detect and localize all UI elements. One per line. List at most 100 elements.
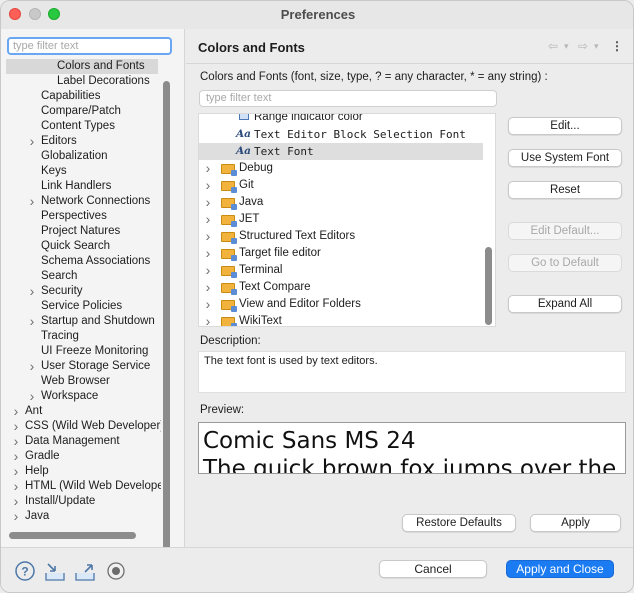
export-icon[interactable] bbox=[74, 560, 96, 582]
sidebar-item[interactable]: Service Policies bbox=[1, 299, 161, 314]
forward-menu-chevron-icon[interactable]: ▾ bbox=[594, 41, 599, 52]
sidebar-item[interactable]: › Editors bbox=[1, 134, 161, 149]
chevron-right-icon[interactable]: › bbox=[11, 509, 21, 524]
folder-icon bbox=[221, 283, 237, 295]
sidebar-item[interactable]: Content Types bbox=[1, 119, 161, 134]
apply-and-close-button[interactable]: Apply and Close bbox=[506, 560, 614, 578]
sidebar-item[interactable]: Colors and Fonts bbox=[6, 59, 158, 74]
sidebar-horizontal-scrollbar[interactable] bbox=[9, 532, 136, 539]
sidebar-vertical-scrollbar[interactable] bbox=[163, 81, 170, 551]
chevron-right-icon[interactable]: › bbox=[27, 359, 37, 374]
sidebar-item[interactable]: › Ant bbox=[1, 404, 161, 419]
font-tree-item[interactable]: › JET bbox=[199, 211, 483, 228]
chevron-right-icon[interactable]: › bbox=[27, 134, 37, 149]
sidebar-item[interactable]: Label Decorations bbox=[1, 74, 161, 89]
sidebar-item[interactable]: › Workspace bbox=[1, 389, 161, 404]
sidebar-item[interactable]: Quick Search bbox=[1, 239, 161, 254]
chevron-right-icon[interactable]: › bbox=[11, 464, 21, 479]
sidebar-item[interactable]: › CSS (Wild Web Developer) bbox=[1, 419, 161, 434]
sidebar-item[interactable]: Link Handlers bbox=[1, 179, 161, 194]
sidebar-item-label: Schema Associations bbox=[41, 255, 151, 267]
font-tree-item[interactable]: › Terminal bbox=[199, 262, 483, 279]
more-options-icon[interactable]: ⋮ bbox=[611, 39, 623, 53]
sidebar-item[interactable]: Project Natures bbox=[1, 224, 161, 239]
chevron-right-icon[interactable]: › bbox=[11, 434, 21, 449]
chevron-right-icon[interactable]: › bbox=[203, 228, 213, 245]
back-arrow-icon[interactable]: ⇦ bbox=[548, 39, 558, 53]
chevron-right-icon[interactable]: › bbox=[11, 404, 21, 419]
sidebar-item[interactable]: › Gradle bbox=[1, 449, 161, 464]
colors-filter-input[interactable]: type filter text bbox=[199, 90, 497, 107]
chevron-right-icon[interactable]: › bbox=[203, 245, 213, 262]
chevron-right-icon[interactable]: › bbox=[203, 262, 213, 279]
sidebar-item[interactable]: › HTML (Wild Web Developer) bbox=[1, 479, 161, 494]
edit-button[interactable]: Edit... bbox=[508, 117, 622, 135]
chevron-right-icon[interactable]: › bbox=[203, 177, 213, 194]
sidebar-item[interactable]: Schema Associations bbox=[1, 254, 161, 269]
chevron-right-icon[interactable]: › bbox=[11, 479, 21, 494]
chevron-right-icon[interactable]: › bbox=[11, 494, 21, 509]
reset-button[interactable]: Reset bbox=[508, 181, 622, 199]
font-tree-item[interactable]: › Java bbox=[199, 194, 483, 211]
record-icon[interactable] bbox=[105, 560, 127, 582]
sidebar-item-label: UI Freeze Monitoring bbox=[41, 345, 149, 357]
chevron-right-icon[interactable]: › bbox=[11, 419, 21, 434]
chevron-right-icon[interactable]: › bbox=[203, 296, 213, 313]
font-tree-item[interactable]: › Text Compare bbox=[199, 279, 483, 296]
font-tree-item[interactable]: Range indicator color bbox=[199, 114, 483, 126]
font-tree-item[interactable]: › Debug bbox=[199, 160, 483, 177]
sidebar-item[interactable]: UI Freeze Monitoring bbox=[1, 344, 161, 359]
font-tree-item[interactable]: Aa Text Font bbox=[199, 143, 483, 160]
font-tree-item[interactable]: Aa Text Editor Block Selection Font bbox=[199, 126, 483, 143]
sidebar-item[interactable]: Search bbox=[1, 269, 161, 284]
sidebar-item[interactable]: Compare/Patch bbox=[1, 104, 161, 119]
chevron-right-icon[interactable]: › bbox=[203, 313, 213, 326]
sidebar-item[interactable]: Keys bbox=[1, 164, 161, 179]
use-system-font-button[interactable]: Use System Font bbox=[508, 149, 622, 167]
edit-default-button[interactable]: Edit Default... bbox=[508, 222, 622, 240]
help-icon[interactable]: ? bbox=[14, 560, 36, 582]
chevron-right-icon[interactable]: › bbox=[27, 284, 37, 299]
sidebar-item-label: Colors and Fonts bbox=[57, 60, 145, 72]
chevron-right-icon[interactable]: › bbox=[27, 389, 37, 404]
chevron-right-icon[interactable]: › bbox=[203, 279, 213, 296]
fonts-tree-scrollbar[interactable] bbox=[485, 247, 492, 325]
sidebar-item[interactable]: › Startup and Shutdown bbox=[1, 314, 161, 329]
sidebar-item[interactable]: › User Storage Service bbox=[1, 359, 161, 374]
sidebar-item[interactable]: › Help bbox=[1, 464, 161, 479]
font-tree-item[interactable]: › WikiText bbox=[199, 313, 483, 326]
import-icon[interactable] bbox=[44, 560, 66, 582]
chevron-right-icon[interactable]: › bbox=[11, 449, 21, 464]
forward-arrow-icon[interactable]: ⇨ bbox=[578, 39, 588, 53]
apply-button[interactable]: Apply bbox=[530, 514, 621, 532]
font-tree-item[interactable]: › Structured Text Editors bbox=[199, 228, 483, 245]
chevron-right-icon[interactable]: › bbox=[27, 194, 37, 209]
sidebar-item[interactable]: Tracing bbox=[1, 329, 161, 344]
font-tree-item[interactable]: › View and Editor Folders bbox=[199, 296, 483, 313]
sidebar-item[interactable]: › Security bbox=[1, 284, 161, 299]
sidebar-item[interactable]: › Data Management bbox=[1, 434, 161, 449]
chevron-right-icon[interactable]: › bbox=[27, 314, 37, 329]
sidebar-item[interactable]: › Install/Update bbox=[1, 494, 161, 509]
sidebar-item[interactable]: Globalization bbox=[1, 149, 161, 164]
folder-icon bbox=[221, 215, 237, 227]
folder-icon bbox=[221, 317, 237, 326]
cancel-button[interactable]: Cancel bbox=[379, 560, 487, 578]
font-tree-item[interactable]: › Target file editor bbox=[199, 245, 483, 262]
font-tree-item[interactable]: › Git bbox=[199, 177, 483, 194]
sidebar-item[interactable]: › Java bbox=[1, 509, 161, 524]
back-menu-chevron-icon[interactable]: ▾ bbox=[564, 41, 569, 52]
sidebar-item-label: CSS (Wild Web Developer) bbox=[25, 420, 161, 432]
sidebar-item[interactable]: Web Browser bbox=[1, 374, 161, 389]
description-text: The text font is used by text editors. bbox=[198, 351, 626, 393]
sidebar-filter-input[interactable]: type filter text bbox=[7, 37, 172, 55]
expand-all-button[interactable]: Expand All bbox=[508, 295, 622, 313]
sidebar-item[interactable]: Capabilities bbox=[1, 89, 161, 104]
restore-defaults-button[interactable]: Restore Defaults bbox=[402, 514, 516, 532]
chevron-right-icon[interactable]: › bbox=[203, 194, 213, 211]
chevron-right-icon[interactable]: › bbox=[203, 160, 213, 177]
go-to-default-button[interactable]: Go to Default bbox=[508, 254, 622, 272]
sidebar-item[interactable]: Perspectives bbox=[1, 209, 161, 224]
sidebar-item[interactable]: › Network Connections bbox=[1, 194, 161, 209]
chevron-right-icon[interactable]: › bbox=[203, 211, 213, 228]
